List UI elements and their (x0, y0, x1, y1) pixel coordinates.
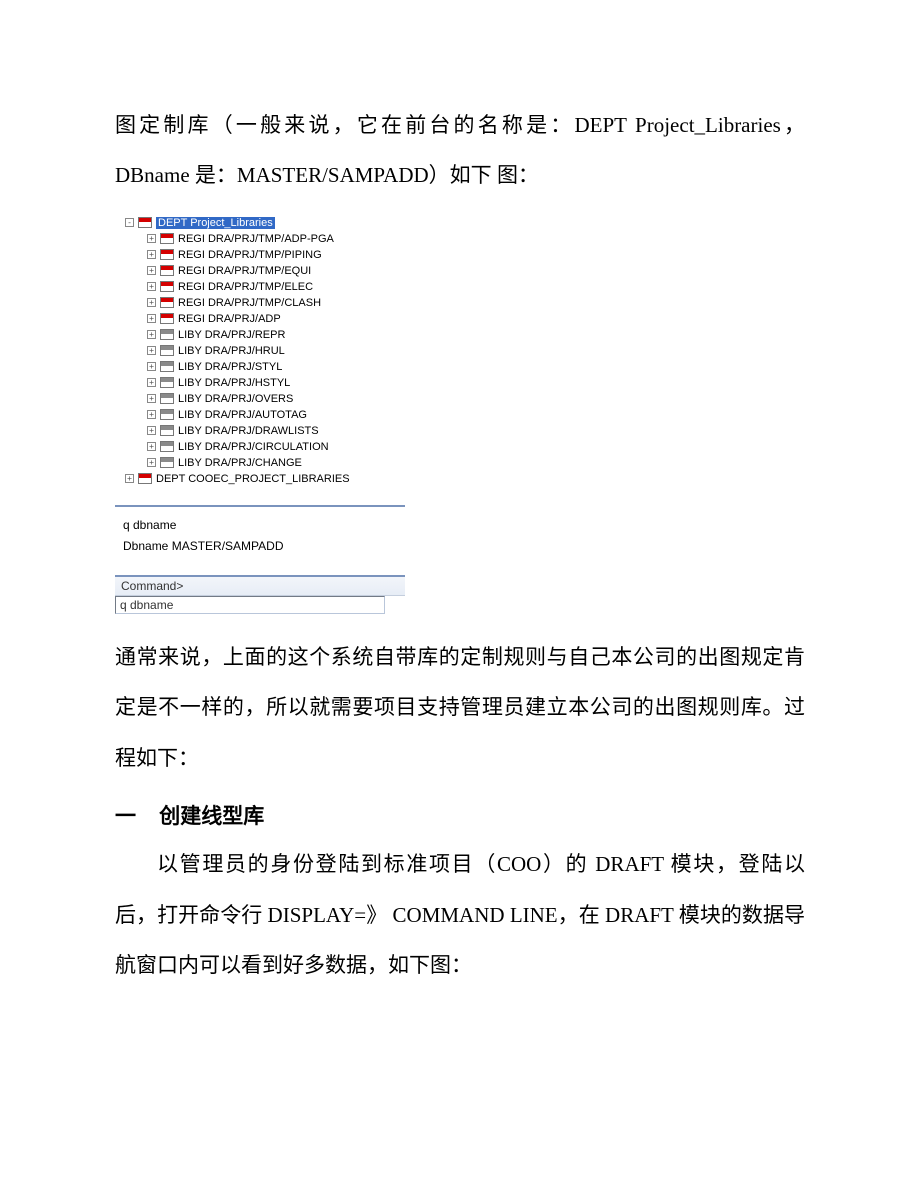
db-icon (160, 249, 174, 260)
db-icon (138, 473, 152, 484)
paragraph-3: 以管理员的身份登陆到标准项目（COO）的 DRAFT 模块，登陆以后，打开命令行… (115, 839, 805, 990)
expand-icon[interactable]: + (147, 234, 156, 243)
tree-label[interactable]: LIBY DRA/PRJ/REPR (178, 329, 285, 341)
tree-node[interactable]: + LIBY DRA/PRJ/HSTYL (147, 375, 405, 391)
tree-label[interactable]: LIBY DRA/PRJ/AUTOTAG (178, 409, 307, 421)
tree-label[interactable]: LIBY DRA/PRJ/DRAWLISTS (178, 425, 319, 437)
heading-title: 创建线型库 (159, 804, 264, 828)
p1-line1: 图定制库（一般来说，它在前台的名称是：DEPT (115, 113, 627, 137)
p1-line3: 图： (497, 163, 539, 187)
tree-label[interactable]: REGI DRA/PRJ/TMP/CLASH (178, 297, 321, 309)
tree-node[interactable]: + LIBY DRA/PRJ/CHANGE (147, 455, 405, 471)
heading-1: 一 创建线型库 (115, 793, 805, 839)
tree-node[interactable]: + LIBY DRA/PRJ/HRUL (147, 343, 405, 359)
tree-label[interactable]: LIBY DRA/PRJ/OVERS (178, 393, 293, 405)
expand-icon[interactable]: + (147, 458, 156, 467)
db-icon (160, 345, 174, 356)
expand-icon[interactable]: - (125, 218, 134, 227)
expand-icon[interactable]: + (147, 394, 156, 403)
expand-icon[interactable]: + (147, 410, 156, 419)
command-panel: q dbname Dbname MASTER/SAMPADD Command> … (115, 505, 405, 614)
tree-node[interactable]: + LIBY DRA/PRJ/AUTOTAG (147, 407, 405, 423)
tree-node-root[interactable]: - DEPT Project_Libraries (125, 215, 405, 231)
db-icon (138, 217, 152, 228)
db-icon (160, 457, 174, 468)
db-icon (160, 281, 174, 292)
expand-icon[interactable]: + (147, 378, 156, 387)
tree-node[interactable]: + REGI DRA/PRJ/TMP/CLASH (147, 295, 405, 311)
tree-node[interactable]: + REGI DRA/PRJ/TMP/EQUI (147, 263, 405, 279)
expand-icon[interactable]: + (147, 314, 156, 323)
db-icon (160, 377, 174, 388)
expand-icon[interactable]: + (147, 442, 156, 451)
tree-label[interactable]: DEPT COOEC_PROJECT_LIBRARIES (156, 473, 350, 485)
tree-label[interactable]: LIBY DRA/PRJ/CIRCULATION (178, 441, 329, 453)
command-prompt-bar: Command> (115, 577, 405, 596)
tree-label[interactable]: LIBY DRA/PRJ/CHANGE (178, 457, 302, 469)
expand-icon[interactable]: + (147, 266, 156, 275)
console-line: q dbname (123, 515, 397, 537)
tree-node[interactable]: + REGI DRA/PRJ/TMP/PIPING (147, 247, 405, 263)
db-icon (160, 265, 174, 276)
tree-label[interactable]: LIBY DRA/PRJ/STYL (178, 361, 282, 373)
db-icon (160, 425, 174, 436)
db-icon (160, 361, 174, 372)
paragraph-2: 通常来说，上面的这个系统自带库的定制规则与自己本公司的出图规定肯定是不一样的，所… (115, 632, 805, 783)
tree-node[interactable]: + REGI DRA/PRJ/ADP (147, 311, 405, 327)
expand-icon[interactable]: + (147, 298, 156, 307)
console-line: Dbname MASTER/SAMPADD (123, 536, 397, 558)
db-icon (160, 233, 174, 244)
tree-node[interactable]: + LIBY DRA/PRJ/DRAWLISTS (147, 423, 405, 439)
expand-icon[interactable]: + (147, 330, 156, 339)
db-icon (160, 329, 174, 340)
heading-number: 一 (115, 804, 136, 828)
expand-icon[interactable]: + (147, 346, 156, 355)
paragraph-1: 图定制库（一般来说，它在前台的名称是：DEPT Project_Librarie… (115, 100, 805, 201)
tree-label[interactable]: REGI DRA/PRJ/TMP/ELEC (178, 281, 313, 293)
tree-label[interactable]: LIBY DRA/PRJ/HSTYL (178, 377, 290, 389)
tree-label[interactable]: REGI DRA/PRJ/TMP/ADP-PGA (178, 233, 334, 245)
tree-node[interactable]: + LIBY DRA/PRJ/REPR (147, 327, 405, 343)
db-icon (160, 441, 174, 452)
db-icon (160, 297, 174, 308)
tree-node[interactable]: + REGI DRA/PRJ/TMP/ADP-PGA (147, 231, 405, 247)
tree-node-sibling[interactable]: + DEPT COOEC_PROJECT_LIBRARIES (125, 471, 405, 487)
command-console: q dbname Dbname MASTER/SAMPADD (115, 507, 405, 577)
expand-icon[interactable]: + (147, 282, 156, 291)
db-icon (160, 409, 174, 420)
tree-screenshot: - DEPT Project_Libraries + REGI DRA/PRJ/T… (115, 211, 405, 614)
tree-label[interactable]: DEPT Project_Libraries (156, 217, 275, 229)
tree-panel: - DEPT Project_Libraries + REGI DRA/PRJ/T… (115, 211, 405, 491)
expand-icon[interactable]: + (147, 250, 156, 259)
tree-label[interactable]: REGI DRA/PRJ/TMP/EQUI (178, 265, 311, 277)
tree-node[interactable]: + LIBY DRA/PRJ/OVERS (147, 391, 405, 407)
tree-label[interactable]: LIBY DRA/PRJ/HRUL (178, 345, 285, 357)
db-icon (160, 393, 174, 404)
command-input[interactable]: q dbname (115, 596, 385, 614)
db-icon (160, 313, 174, 324)
expand-icon[interactable]: + (147, 426, 156, 435)
tree-node[interactable]: + LIBY DRA/PRJ/STYL (147, 359, 405, 375)
tree-label[interactable]: REGI DRA/PRJ/TMP/PIPING (178, 249, 322, 261)
expand-icon[interactable]: + (147, 362, 156, 371)
tree-label[interactable]: REGI DRA/PRJ/ADP (178, 313, 281, 325)
expand-icon[interactable]: + (125, 474, 134, 483)
command-prompt-label: Command> (115, 577, 189, 595)
tree-node[interactable]: + LIBY DRA/PRJ/CIRCULATION (147, 439, 405, 455)
tree-node[interactable]: + REGI DRA/PRJ/TMP/ELEC (147, 279, 405, 295)
command-input-row: q dbname (115, 596, 405, 614)
